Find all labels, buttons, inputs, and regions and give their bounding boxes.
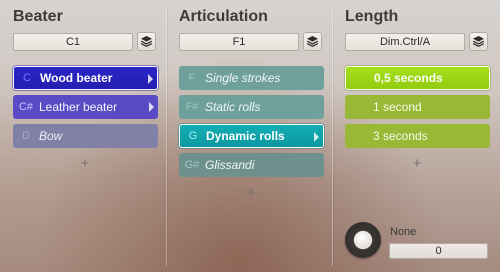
beater-item-label: Wood beater bbox=[40, 71, 113, 85]
articulation-item-single-strokes[interactable]: F Single strokes bbox=[179, 66, 324, 90]
beater-keyswitch-field[interactable]: C1 bbox=[13, 33, 133, 51]
length-add-button[interactable]: + bbox=[409, 156, 425, 172]
keyswitch-label: G bbox=[188, 130, 198, 142]
length-stack-button[interactable] bbox=[469, 32, 488, 51]
beater-add-button[interactable]: + bbox=[77, 156, 93, 172]
articulation-item-glissandi[interactable]: G# Glissandi bbox=[179, 153, 324, 177]
length-item-1-second[interactable]: 1 second bbox=[345, 95, 490, 119]
keyswitch-label: C bbox=[23, 72, 31, 84]
beater-item-wood-beater[interactable]: C Wood beater bbox=[13, 66, 158, 90]
length-item-label: 3 seconds bbox=[373, 129, 428, 143]
articulation-item-static-rolls[interactable]: F# Static rolls bbox=[179, 95, 324, 119]
articulation-item-label: Single strokes bbox=[205, 71, 281, 85]
keyswitch-label: F bbox=[188, 72, 196, 84]
length-item-3-seconds[interactable]: 3 seconds bbox=[345, 124, 490, 148]
controller-knob[interactable] bbox=[345, 222, 381, 258]
triangle-right-icon[interactable] bbox=[148, 74, 153, 84]
beater-stack-button[interactable] bbox=[137, 32, 156, 51]
articulation-keyswitch-field[interactable]: F1 bbox=[179, 33, 299, 51]
articulation-item-dynamic-rolls[interactable]: G Dynamic rolls bbox=[179, 124, 324, 148]
layers-icon bbox=[306, 36, 319, 48]
knob-cap bbox=[355, 232, 371, 248]
beater-item-label: Leather beater bbox=[39, 100, 118, 114]
beater-item-label: Bow bbox=[39, 129, 63, 143]
triangle-right-icon[interactable] bbox=[149, 102, 154, 112]
articulation-stack-button[interactable] bbox=[303, 32, 322, 51]
knob-label: None bbox=[390, 226, 417, 238]
beater-column: Beater C1 C Wood beater C# Leather beate… bbox=[0, 0, 166, 272]
keyswitch-label: D bbox=[22, 130, 30, 142]
length-item-label: 0,5 seconds bbox=[374, 71, 443, 85]
articulation-title: Articulation bbox=[179, 8, 268, 25]
length-title: Length bbox=[345, 8, 399, 25]
articulation-column: Articulation F1 F Single strokes F# Stat… bbox=[166, 0, 332, 272]
layers-icon bbox=[472, 36, 485, 48]
beater-item-bow[interactable]: D Bow bbox=[13, 124, 158, 148]
keyswitch-label: G# bbox=[184, 159, 200, 171]
beater-title: Beater bbox=[13, 8, 63, 25]
keyswitch-label: C# bbox=[18, 101, 34, 113]
layers-icon bbox=[140, 36, 153, 48]
length-item-label: 1 second bbox=[373, 100, 422, 114]
length-column: Length Dim.Ctrl/A 0,5 seconds 1 second 3… bbox=[332, 0, 500, 272]
beater-item-leather-beater[interactable]: C# Leather beater bbox=[13, 95, 158, 119]
articulation-add-button[interactable]: + bbox=[243, 185, 259, 201]
length-controller-field[interactable]: Dim.Ctrl/A bbox=[345, 33, 465, 51]
keyswitch-label: F# bbox=[185, 101, 199, 113]
length-item-0-5-seconds[interactable]: 0,5 seconds bbox=[345, 66, 490, 90]
knob-value-field[interactable]: 0 bbox=[389, 243, 488, 259]
articulation-item-label: Glissandi bbox=[205, 158, 255, 172]
articulation-item-label: Static rolls bbox=[205, 100, 261, 114]
triangle-right-icon[interactable] bbox=[314, 132, 319, 142]
articulation-item-label: Dynamic rolls bbox=[206, 129, 285, 143]
